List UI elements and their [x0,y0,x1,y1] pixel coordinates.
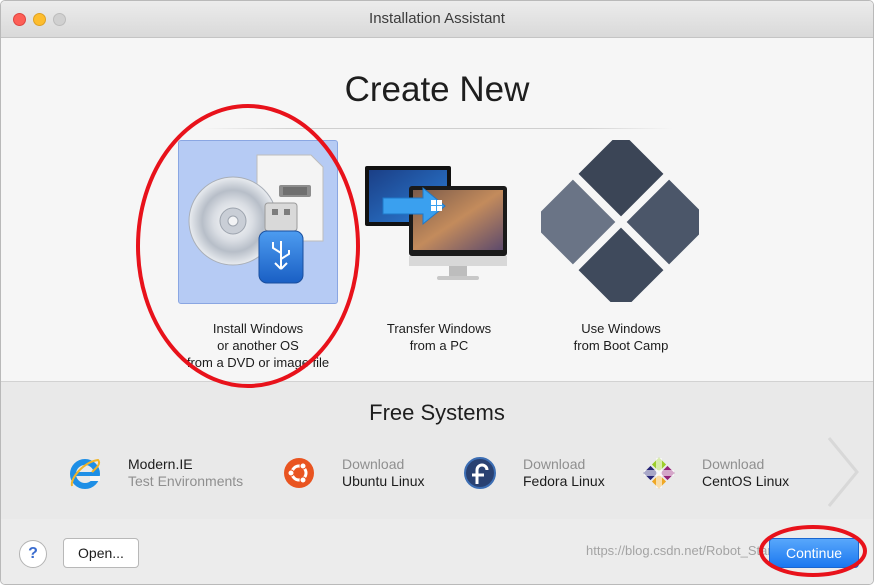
free-item-title: Fedora Linux [523,473,605,489]
window-title: Installation Assistant [369,10,505,27]
boot-camp-icon [530,131,712,313]
help-button[interactable]: ? [19,540,47,568]
option-label-line: Transfer Windows [386,321,492,336]
free-item-title: CentOS Linux [702,473,790,489]
option-install-windows[interactable]: Install Windows or another OS from a DVD… [178,140,358,370]
free-item-title: Ubuntu Linux [342,473,425,489]
next-page-arrow-icon[interactable] [821,432,865,512]
title-bar: Installation Assistant [1,1,873,38]
open-button[interactable]: Open... [63,538,139,568]
option-tile[interactable] [359,140,517,302]
option-label-boot-camp: Use Windows from Boot Camp [531,320,711,354]
free-systems-section: Free Systems Modern.IE Test Environments… [1,381,873,521]
internet-explorer-icon [70,458,101,489]
option-label-line: or another OS [217,338,299,353]
free-item-title: Modern.IE [128,456,193,472]
transfer-pc-icon [365,166,507,280]
fedora-icon [464,457,496,489]
free-item-subtitle: Test Environments [128,473,244,489]
option-label-line: from a DVD or image file [186,355,330,370]
installation-assistant-window: Installation Assistant Create New Instal… [0,0,874,585]
option-label-line: from Boot Camp [573,338,669,353]
ubuntu-icon [284,458,314,488]
dvd-usb-icon [188,154,324,284]
option-label-line: Install Windows [212,321,304,336]
option-tile[interactable] [530,131,712,313]
free-item-action: Download [342,456,405,472]
free-item-action: Download [702,456,765,472]
option-label-install-windows: Install Windows or another OS from a DVD… [168,320,348,371]
option-tile-selected[interactable] [178,140,338,304]
centos-icon [643,457,675,489]
option-transfer-windows[interactable]: Transfer Windows from a PC [359,140,539,370]
option-label-line: Use Windows [581,321,661,336]
footer-bar: ? Open... https://blog.csdn.net/Robot_St… [1,519,873,584]
option-boot-camp[interactable]: Use Windows from Boot Camp [530,131,721,370]
create-new-title: Create New [344,70,530,109]
free-systems-title: Free Systems [369,400,505,425]
free-item-action: Download [523,456,586,472]
create-new-section: Create New Install Windows or another OS… [1,38,873,381]
continue-button[interactable]: Continue [769,538,859,568]
option-label-transfer-windows: Transfer Windows from a PC [349,320,529,354]
title-divider [201,128,673,129]
option-label-line: from a PC [409,338,469,353]
